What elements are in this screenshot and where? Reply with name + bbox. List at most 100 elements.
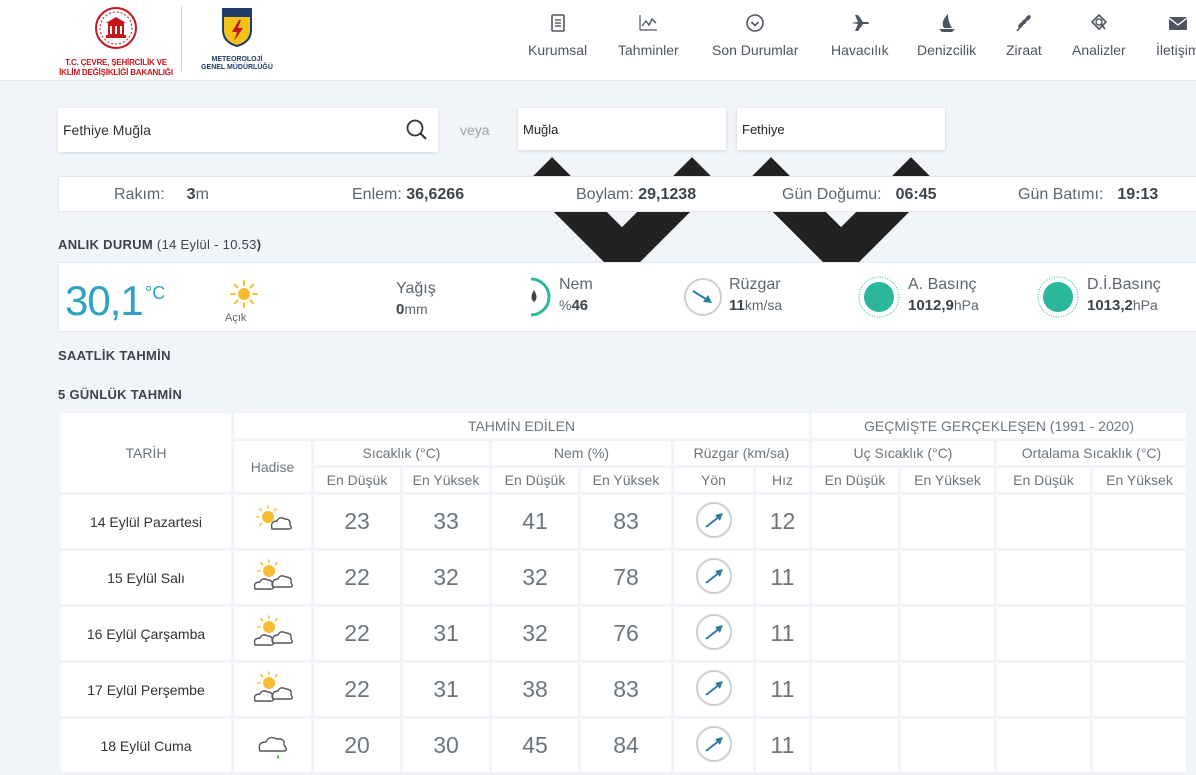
nav-tahminler[interactable]: Tahminler	[618, 12, 679, 58]
current-temperature: 30,1	[65, 277, 144, 324]
wind-direction-cell	[674, 719, 753, 772]
wind-direction-cell	[674, 607, 753, 660]
empty-cell	[812, 551, 898, 604]
nem-value: %46	[559, 297, 589, 314]
forecast-icon-cell	[234, 663, 311, 716]
temp-min: 23	[314, 495, 400, 548]
humidity-min: 45	[492, 719, 578, 772]
humidity-max-header: En Yüksek	[581, 468, 671, 492]
basinc-value: 1012,9hPa	[908, 297, 979, 314]
humidity-max: 84	[581, 719, 671, 772]
temperature-unit: °C	[145, 283, 166, 303]
wind-speed: 11	[756, 607, 809, 660]
temp-min: 22	[314, 607, 400, 660]
table-row: 16 Eylül Çarşamba 22 31 32 76 11	[61, 607, 1186, 660]
search-input[interactable]	[58, 108, 393, 152]
nav-analizler[interactable]: Analizler	[1072, 12, 1126, 58]
ortalama-sicaklik-header: Ortalama Sıcaklık (°C)	[997, 441, 1186, 465]
empty-cell	[901, 551, 994, 604]
basinc-label: A. Basınç	[908, 276, 977, 293]
nav-denizcilik[interactable]: Denizcilik	[917, 12, 976, 58]
table-row: 17 Eylül Perşembe 22 31 38 83 11	[61, 663, 1186, 716]
boylam-info: Boylam: 29,1238	[576, 186, 697, 203]
hourly-forecast-title[interactable]: SAATLİK TAHMİN	[58, 348, 171, 363]
empty-cell	[1093, 607, 1186, 660]
mail-icon	[1168, 17, 1188, 30]
sun-clouds-icon	[253, 559, 293, 590]
temp-min: 20	[314, 719, 400, 772]
forecast-date: 16 Eylül Çarşamba	[61, 607, 231, 660]
wind-direction-cell	[674, 663, 753, 716]
empty-cell	[812, 663, 898, 716]
mgm-logo[interactable]: METEOROLOJİ GENEL MÜDÜRLÜĞÜ	[192, 6, 282, 76]
ministry-emblem-icon	[95, 7, 137, 49]
forecast-icon-cell	[234, 607, 311, 660]
district-value: Fethiye	[742, 122, 785, 137]
empty-cell	[812, 495, 898, 548]
veya-label: veya	[460, 122, 490, 138]
nav-iletisim[interactable]: İletişim	[1156, 12, 1196, 58]
average-min-header: En Düşük	[997, 468, 1090, 492]
nav-ziraat[interactable]: Ziraat	[1006, 12, 1042, 58]
humidity-min: 32	[492, 607, 578, 660]
province-select[interactable]: Muğla	[518, 108, 726, 281]
hadise-header: Hadise	[234, 441, 311, 492]
forecast-icon-cell	[234, 719, 311, 772]
empty-cell	[997, 719, 1090, 772]
search-icon[interactable]	[404, 117, 430, 143]
forecast-icon-cell	[234, 495, 311, 548]
table-row: 18 Eylül Cuma 20 30 45 84 11	[61, 719, 1186, 772]
ministry-logo[interactable]: T.C. ÇEVRE, ŞEHİRCİLİK VE İKLİM DEĞİŞİKLİ…	[56, 6, 176, 77]
empty-cell	[997, 663, 1090, 716]
current-title: ANLIK DURUM (14 Eylül - 10.53)	[58, 237, 262, 252]
temp-max: 31	[403, 607, 489, 660]
empty-cell	[812, 719, 898, 772]
ruzgar-value: 11km/sa	[729, 297, 783, 314]
tahmin-edilen-header: TAHMİN EDİLEN	[234, 413, 809, 438]
temp-max: 32	[403, 551, 489, 604]
gun-batimi-info: Gün Batımı: 19:13	[1018, 186, 1159, 203]
sea-pressure-gauge-icon	[1037, 276, 1079, 318]
sun-cloud-icon	[255, 505, 292, 530]
empty-cell	[997, 551, 1090, 604]
yagis-label: Yağış	[396, 280, 436, 297]
sicaklik-header: Sıcaklık (°C)	[314, 441, 489, 465]
empty-cell	[901, 719, 994, 772]
temp-max: 30	[403, 719, 489, 772]
nem-header: Nem (%)	[492, 441, 671, 465]
uc-sicaklik-header: Uç Sıcaklık (°C)	[812, 441, 994, 465]
plane-icon	[850, 15, 869, 31]
logo-divider	[181, 6, 182, 72]
sailboat-icon	[938, 14, 955, 32]
empty-cell	[997, 495, 1090, 548]
temp-min-header: En Düşük	[314, 468, 400, 492]
forecast-date: 17 Eylül Perşembe	[61, 663, 231, 716]
mgm-name: METEOROLOJİ GENEL MÜDÜRLÜĞÜ	[201, 56, 273, 71]
site-header: T.C. ÇEVRE, ŞEHİRCİLİK VE İKLİM DEĞİŞİKLİ…	[0, 0, 1196, 81]
wind-speed-header: Hız	[756, 468, 809, 492]
table-row: 14 Eylül Pazartesi 23 33 41 83 12	[61, 495, 1186, 548]
wind-speed: 12	[756, 495, 809, 548]
temp-max: 33	[403, 495, 489, 548]
empty-cell	[812, 607, 898, 660]
nem-label: Nem	[559, 276, 593, 293]
yagis-value: 0mm	[396, 301, 428, 318]
nav-kurumsal[interactable]: Kurumsal	[528, 12, 587, 58]
nav-havacilik[interactable]: Havacılık	[831, 12, 889, 58]
di-basinc-label: D.İ.Basınç	[1087, 276, 1161, 293]
forecast-date: 18 Eylül Cuma	[61, 719, 231, 772]
extreme-max-header: En Yüksek	[901, 468, 994, 492]
wind-speed: 11	[756, 719, 809, 772]
wind-direction-icon	[684, 278, 722, 316]
nav-son-durumlar[interactable]: Son Durumlar	[712, 12, 798, 58]
forecast-table: TARİH TAHMİN EDİLEN GEÇMİŞTE GERÇEKLEŞEN…	[58, 410, 1189, 775]
wind-arrow-icon	[695, 726, 732, 762]
gun-dogumu-info: Gün Doğumu: 06:45	[782, 186, 937, 203]
sun-icon	[230, 280, 258, 308]
district-select[interactable]: Fethiye	[737, 108, 945, 281]
province-value: Muğla	[523, 122, 559, 137]
average-max-header: En Yüksek	[1093, 468, 1186, 492]
wind-arrow-icon	[695, 614, 732, 650]
empty-cell	[1093, 719, 1186, 772]
empty-cell	[901, 663, 994, 716]
